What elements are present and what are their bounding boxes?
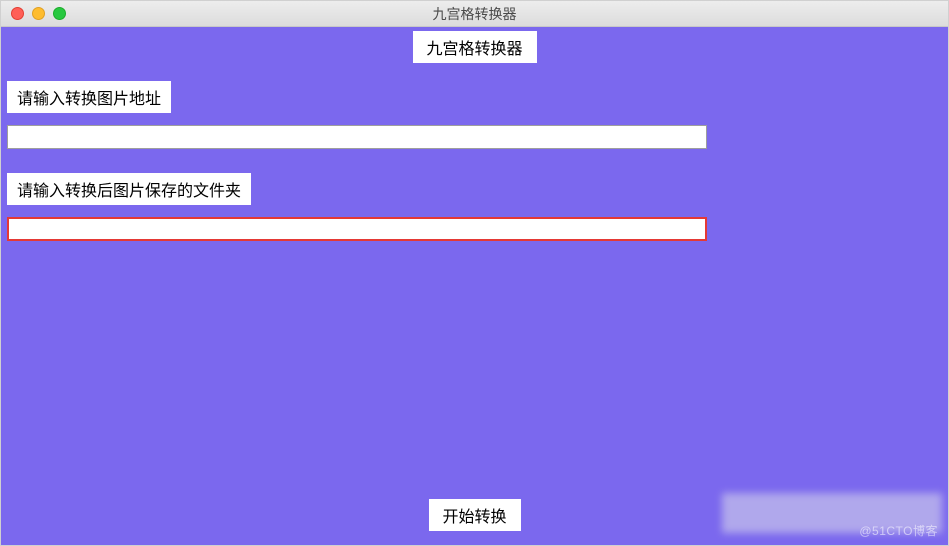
output-path-label: 请输入转换后图片保存的文件夹: [7, 173, 251, 205]
close-icon[interactable]: [11, 7, 24, 20]
app-window: 九宫格转换器 九宫格转换器 请输入转换图片地址 请输入转换后图片保存的文件夹 开…: [0, 0, 949, 546]
content-area: 九宫格转换器 请输入转换图片地址 请输入转换后图片保存的文件夹 开始转换 @51…: [1, 27, 948, 545]
minimize-icon[interactable]: [32, 7, 45, 20]
input-path-field[interactable]: [7, 125, 707, 149]
maximize-icon[interactable]: [53, 7, 66, 20]
output-path-field[interactable]: [7, 217, 707, 241]
window-title: 九宫格转换器: [1, 4, 948, 24]
titlebar: 九宫格转换器: [1, 1, 948, 27]
app-header-label: 九宫格转换器: [412, 31, 536, 63]
input-path-label: 请输入转换图片地址: [7, 81, 171, 113]
traffic-lights: [1, 7, 66, 20]
watermark-text: @51CTO博客: [859, 522, 938, 539]
start-convert-button[interactable]: 开始转换: [428, 499, 520, 531]
